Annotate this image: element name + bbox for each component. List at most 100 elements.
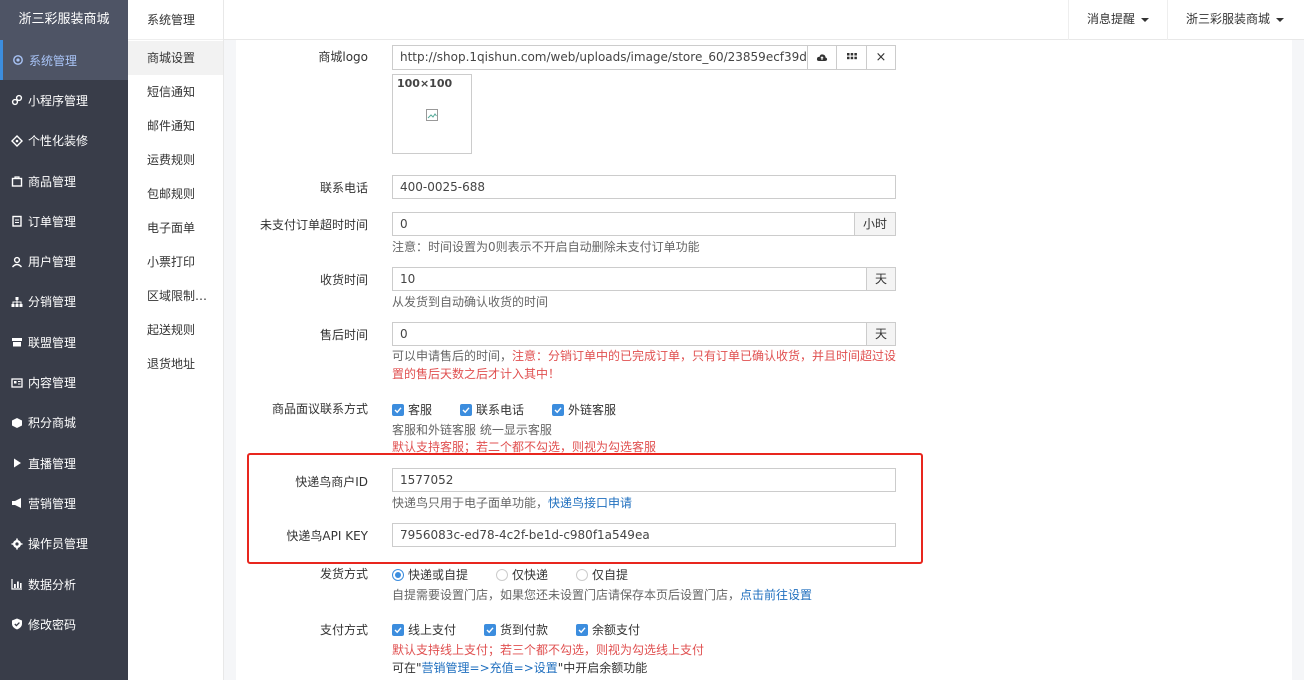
kdn-key-input[interactable]: 7956083c-ed78-4c2f-be1d-c980f1a549ea [392,523,896,547]
sidebar-item-content[interactable]: 内容管理 [0,362,128,402]
unpaid-timeout-unit: 小时 [854,212,896,236]
kdn-id-hint-text: 快递鸟只用于电子面单功能， [392,496,549,510]
subnav-item-store-settings[interactable]: 商城设置 [128,41,223,75]
payment-method-label: 支付方式 [319,623,368,637]
sidebar-item-live[interactable]: 直播管理 [0,443,128,483]
logo-label: 商城logo [318,50,368,64]
payment-hint-prefix: 可在" [392,661,422,675]
subnav-item-region-limit[interactable]: 区域限制购买 [128,279,223,313]
sidebar-item-operators[interactable]: 操作员管理 [0,524,128,564]
sidebar-item-label: 小程序管理 [28,93,89,108]
sidebar-item-distribution[interactable]: 分销管理 [0,282,128,322]
checkbox-contact-phone[interactable]: 联系电话 [460,401,524,418]
subnav-item-min-delivery[interactable]: 起送规则 [128,313,223,347]
checkbox-external-service[interactable]: 外链客服 [552,401,616,418]
checkbox-label: 联系电话 [476,403,525,417]
checkbox-online-pay[interactable]: 线上支付 [392,621,456,638]
sidebar-item-password[interactable]: 修改密码 [0,604,128,644]
checkbox-checked-icon [552,403,564,416]
kdn-id-input[interactable]: 1577052 [392,468,896,492]
sidebar-item-label: 营销管理 [28,496,77,511]
checkbox-checked-icon [576,623,588,636]
phone-input[interactable]: 400-0025-688 [392,175,896,199]
upload-button[interactable] [807,45,837,70]
sidebar-item-orders[interactable]: 订单管理 [0,201,128,241]
recharge-settings-link[interactable]: 营销管理=>充值=>设置 [422,661,558,675]
close-icon: × [875,50,887,65]
unpaid-timeout-input[interactable]: 0 [392,212,855,236]
radio-express-or-pickup[interactable]: 快递或自提 [392,566,468,583]
sidebar-item-label: 商品管理 [28,174,77,189]
newspaper-icon [10,376,24,390]
subnav-item-e-waybill[interactable]: 电子面单 [128,211,223,245]
logo-preview[interactable]: 100×100 [392,74,472,154]
gallery-button[interactable] [836,45,867,70]
subnav-item-shipping-rules[interactable]: 运费规则 [128,143,223,177]
sidebar-item-alliance[interactable]: 联盟管理 [0,322,128,362]
receive-time-input[interactable]: 10 [392,267,867,291]
radio-selected-icon [392,568,404,581]
palette-icon [10,134,24,148]
checkbox-checked-icon [392,623,404,636]
user-icon [10,255,24,269]
checkbox-checked-icon [460,403,472,416]
clear-logo-button[interactable]: × [866,45,896,70]
radio-pickup-only[interactable]: 仅自提 [576,566,628,583]
aftersale-hint-grey: 可以申请售后的时间， [392,349,513,363]
sidebar-item-analytics[interactable]: 数据分析 [0,564,128,604]
sidebar-item-decoration[interactable]: 个性化装修 [0,121,128,161]
bag-icon [10,174,24,188]
aftersale-time-input[interactable]: 0 [392,322,867,346]
contact-method-hint-red: 默认支持客服；若二个都不勾选，则视为勾选客服 [392,440,657,454]
radio-empty-icon [496,568,508,581]
checkbox-checked-icon [484,623,496,636]
logo-size-hint: 100×100 [397,77,453,90]
subnav-item-free-shipping[interactable]: 包邮规则 [128,177,223,211]
gear-icon [11,53,25,67]
subnav-item-sms[interactable]: 短信通知 [128,75,223,109]
broken-image-icon [426,109,438,121]
store-setup-link[interactable]: 点击前往设置 [740,588,812,602]
caret-down-icon [1276,17,1285,22]
store-dropdown[interactable]: 浙三彩服装商城 [1167,0,1302,40]
subnav-title: 系统管理 [128,0,223,40]
aftersale-time-hint: 可以申请售后的时间，注意：分销订单中的已完成订单，只有订单已确认收货，并且时间超… [392,347,904,383]
kdn-key-label: 快递鸟API KEY [286,529,368,543]
radio-label: 仅自提 [592,568,629,582]
unpaid-timeout-label: 未支付订单超时时间 [259,218,368,232]
checkbox-balance-pay[interactable]: 余额支付 [576,621,640,638]
sidebar-item-points-mall[interactable]: 积分商城 [0,403,128,443]
checkbox-label: 线上支付 [408,623,457,637]
store-icon [10,335,24,349]
sidebar-item-users[interactable]: 用户管理 [0,241,128,281]
sidebar-item-label: 订单管理 [28,214,77,229]
subnav-item-return-address[interactable]: 退货地址 [128,347,223,381]
caret-down-icon [1141,17,1150,22]
notifications-dropdown[interactable]: 消息提醒 [1068,0,1167,40]
receive-time-unit: 天 [866,267,896,291]
delivery-hint-text: 自提需要设置门店，如果您还未设置门店请保存本页后设置门店， [392,588,741,602]
radio-express-only[interactable]: 仅快递 [496,566,548,583]
receive-time-hint: 从发货到自动确认收货的时间 [392,295,549,309]
subnav-item-email[interactable]: 邮件通知 [128,109,223,143]
sidebar-item-label: 数据分析 [28,577,77,592]
aftersale-hint-red-2: 置的售后天数之后才计入其中！ [392,367,561,381]
sidebar-item-label: 操作员管理 [28,537,89,552]
sitemap-icon [10,295,24,309]
kdn-apply-link[interactable]: 快递鸟接口申请 [548,496,632,510]
store-label: 浙三彩服装商城 [1186,12,1271,26]
sidebar-item-marketing[interactable]: 营销管理 [0,483,128,523]
subnav-item-receipt-print[interactable]: 小票打印 [128,245,223,279]
sidebar-item-label: 积分商城 [28,416,77,431]
sidebar-item-system[interactable]: 系统管理 [0,40,128,81]
aftersale-time-label: 售后时间 [319,328,368,342]
logo-url-input[interactable]: http://shop.1qishun.com/web/uploads/imag… [392,45,808,70]
sidebar-item-goods[interactable]: 商品管理 [0,161,128,201]
sidebar-item-mini-program[interactable]: 小程序管理 [0,80,128,120]
sidebar-item-label: 内容管理 [28,376,77,391]
checkbox-cash-on-delivery[interactable]: 货到付款 [484,621,548,638]
checkbox-customer-service[interactable]: 客服 [392,401,432,418]
aftersale-hint-red: 注意：分销订单中的已完成订单，只有订单已确认收货，并且时间超过设 [512,349,897,363]
brand-title[interactable]: 浙三彩服装商城 [0,0,128,40]
sidebar-item-label: 用户管理 [28,255,77,270]
